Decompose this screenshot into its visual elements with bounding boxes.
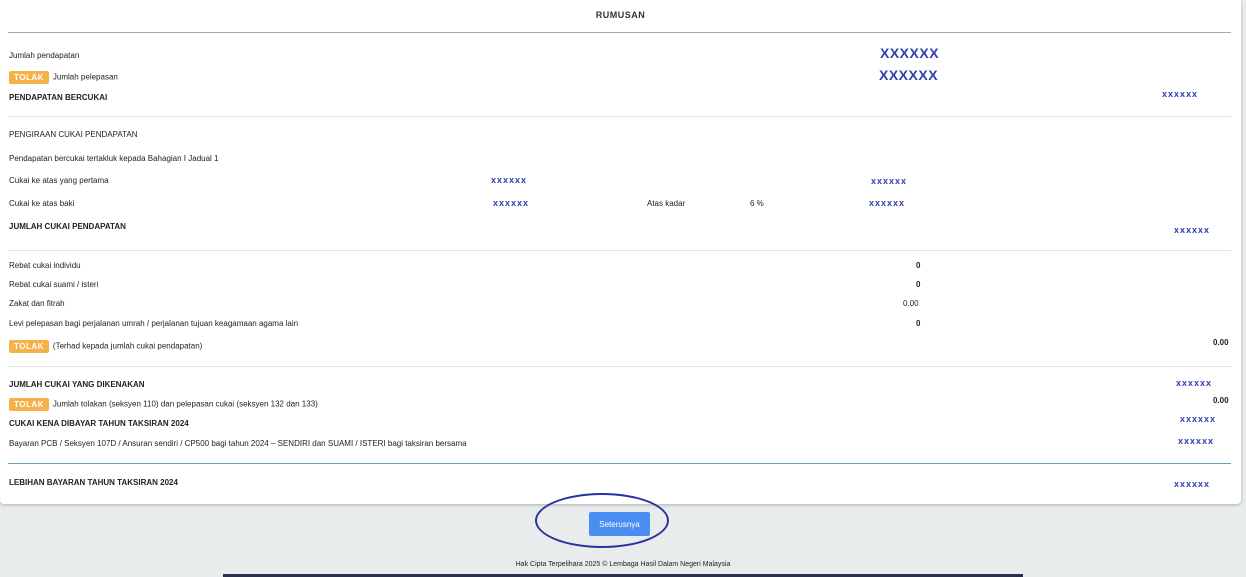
- cukai-dikenakan-value: xxxxxx: [1176, 378, 1213, 388]
- atas-kadar-label: Atas kadar: [647, 199, 686, 208]
- cukai-kena-dibayar-value: xxxxxx: [1180, 414, 1217, 424]
- jumlah-pelepasan-value: XXXXXX: [879, 67, 939, 83]
- section-divider: [8, 250, 1231, 251]
- total-divider: [8, 463, 1231, 464]
- rebat-suami-isteri-label: Rebat cukai suami / isteri: [9, 280, 99, 289]
- footer-copyright: Hak Cipta Terpelihara 2025 © Lembaga Has…: [515, 561, 731, 568]
- bayaran-pcb-value: xxxxxx: [1178, 436, 1215, 446]
- cukai-baki-tax: xxxxxx: [869, 198, 906, 208]
- jumlah-pendapatan-value: XXXXXX: [880, 45, 940, 61]
- tolakan-row: TOLAK Jumlah tolakan (seksyen 110) dan pe…: [9, 398, 318, 411]
- rebat-individu-label: Rebat cukai individu: [9, 261, 81, 270]
- tolakan-value: 0.00: [1213, 396, 1229, 405]
- tolak-badge: TOLAK: [9, 340, 49, 353]
- levi-value: 0: [916, 319, 921, 328]
- lebihan-bayaran-label: LEBIHAN BAYARAN TAHUN TAKSIRAN 2024: [9, 478, 178, 487]
- cukai-pertama-amount: xxxxxx: [491, 175, 528, 185]
- cukai-baki-amount: xxxxxx: [493, 198, 530, 208]
- jumlah-pelepasan-row: TOLAK Jumlah pelepasan: [9, 71, 118, 84]
- tolak-badge: TOLAK: [9, 71, 49, 84]
- terhad-value: 0.00: [1213, 338, 1229, 347]
- bayaran-pcb-label: Bayaran PCB / Seksyen 107D / Ansuran sen…: [9, 439, 467, 448]
- jumlah-pelepasan-label: Jumlah pelepasan: [52, 72, 118, 82]
- jumlah-pendapatan-label: Jumlah pendapatan: [9, 51, 80, 60]
- cukai-pertama-label: Cukai ke atas yang pertama: [9, 176, 109, 185]
- levi-label: Levi pelepasan bagi perjalanan umrah / p…: [9, 319, 299, 328]
- section-divider: [8, 366, 1231, 367]
- cukai-pertama-tax: xxxxxx: [871, 176, 908, 186]
- jumlah-cukai-label: JUMLAH CUKAI PENDAPATAN: [9, 222, 126, 231]
- terhad-label: (Terhad kepada jumlah cukai pendapatan): [52, 341, 203, 351]
- rebat-suami-isteri-value: 0: [916, 280, 921, 289]
- kadar-value: 6 %: [750, 199, 764, 208]
- zakat-value: 0.00: [903, 299, 919, 308]
- seterusnya-button[interactable]: Seterusnya: [589, 512, 650, 536]
- pengiraan-heading: PENGIRAAN CUKAI PENDAPATAN: [9, 130, 138, 139]
- rebat-individu-value: 0: [916, 261, 921, 270]
- tolak-badge: TOLAK: [9, 398, 49, 411]
- tolakan-label: Jumlah tolakan (seksyen 110) dan pelepas…: [52, 399, 318, 409]
- cukai-dikenakan-label: JUMLAH CUKAI YANG DIKENAKAN: [9, 380, 145, 389]
- cukai-baki-label: Cukai ke atas baki: [9, 199, 75, 208]
- zakat-label: Zakat dan fitrah: [9, 299, 65, 308]
- lebihan-bayaran-value: xxxxxx: [1174, 479, 1211, 489]
- cukai-kena-dibayar-label: CUKAI KENA DIBAYAR TAHUN TAKSIRAN 2024: [9, 419, 189, 428]
- pendapatan-tertakluk-label: Pendapatan bercukai tertakluk kepada Bah…: [9, 154, 219, 163]
- pendapatan-bercukai-value: xxxxxx: [1162, 89, 1199, 99]
- jumlah-cukai-value: xxxxxx: [1174, 225, 1211, 235]
- pendapatan-bercukai-label: PENDAPATAN BERCUKAI: [9, 93, 108, 102]
- terhad-row: TOLAK (Terhad kepada jumlah cukai pendapa…: [9, 340, 202, 353]
- section-divider: [8, 116, 1231, 117]
- page-title: RUMUSAN: [595, 10, 646, 20]
- title-divider: [8, 32, 1231, 33]
- summary-card: RUMUSAN Jumlah pendapatan XXXXXX TOLAK Ju…: [0, 0, 1241, 504]
